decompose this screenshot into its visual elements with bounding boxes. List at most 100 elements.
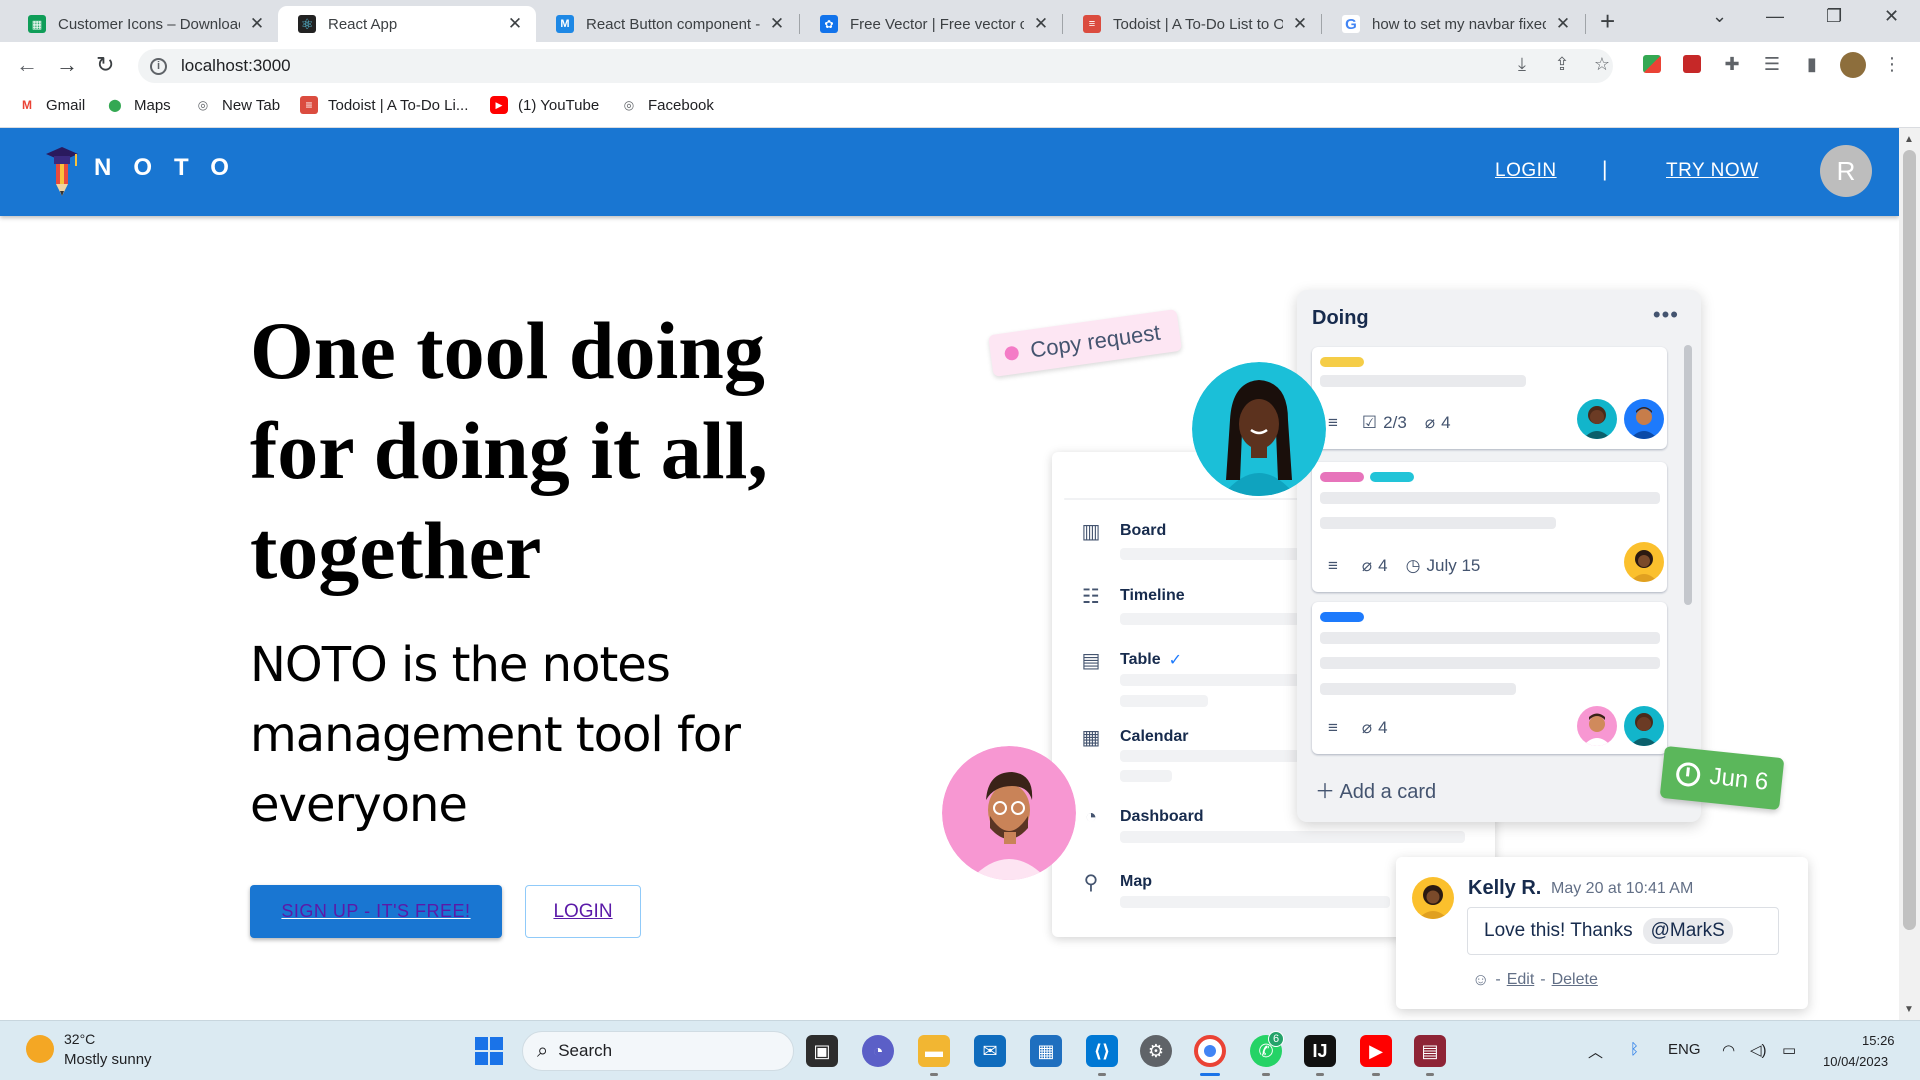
teams-chat-icon[interactable]: ◔ bbox=[862, 1035, 894, 1067]
browser-profile-avatar[interactable] bbox=[1840, 52, 1866, 78]
bookmark-maps[interactable]: ⬤ Maps bbox=[106, 96, 170, 114]
scroll-down-icon[interactable]: ▼ bbox=[1904, 1004, 1914, 1015]
signup-button[interactable]: SIGN UP - IT'S FREE! bbox=[250, 885, 502, 938]
bookmark-youtube[interactable]: ▶ (1) YouTube bbox=[490, 96, 599, 114]
attachment-icon: ⌀ bbox=[1361, 556, 1373, 575]
blue-label bbox=[1320, 612, 1364, 622]
view-board: ▥ Board bbox=[1078, 518, 1167, 544]
settings-gear-icon[interactable]: ⚙ bbox=[1140, 1035, 1172, 1067]
react-icon: ⚛ bbox=[298, 15, 316, 33]
card-meta: ≡ ⌀ 4 ◷ July 15 bbox=[1328, 556, 1480, 576]
intellij-icon[interactable]: IJ bbox=[1304, 1035, 1336, 1067]
reload-icon[interactable]: ↻ bbox=[96, 52, 114, 78]
weather-temperature[interactable]: 32°C bbox=[64, 1031, 95, 1047]
clock-time[interactable]: 15:26 bbox=[1862, 1033, 1895, 1048]
share-icon[interactable]: ⇪ bbox=[1550, 52, 1574, 76]
site-info-icon[interactable]: i bbox=[150, 57, 167, 75]
bookmark-facebook[interactable]: ◎ Facebook bbox=[620, 96, 714, 114]
close-icon[interactable]: ✕ bbox=[1554, 14, 1572, 34]
nav-login-link[interactable]: LOGIN bbox=[1495, 160, 1557, 182]
side-panel-icon[interactable]: ▮ bbox=[1800, 52, 1824, 76]
task-view-icon[interactable]: ▣ bbox=[806, 1035, 838, 1067]
weather-sun-icon[interactable] bbox=[26, 1035, 54, 1063]
restore-button[interactable]: ❐ bbox=[1826, 6, 1842, 27]
tab-customer-icons[interactable]: ▦ Customer Icons – Download ✕ bbox=[8, 6, 278, 42]
view-label: Calendar bbox=[1120, 728, 1189, 745]
bookmark-new-tab[interactable]: ◎ New Tab bbox=[194, 96, 280, 114]
chrome-icon[interactable] bbox=[1194, 1035, 1226, 1067]
close-icon[interactable]: ✕ bbox=[1291, 14, 1309, 34]
window-close-button[interactable]: ✕ bbox=[1884, 6, 1899, 27]
bookmark-star-icon[interactable]: ☆ bbox=[1590, 52, 1614, 76]
close-icon[interactable]: ✕ bbox=[506, 14, 524, 34]
checklist-icon: ☑ bbox=[1361, 413, 1378, 432]
extension-colorful-icon[interactable] bbox=[1640, 52, 1664, 76]
tab-search-chevron-icon[interactable]: ⌄ bbox=[1712, 6, 1727, 27]
nav-try-now-link[interactable]: TRY NOW bbox=[1666, 160, 1759, 182]
weather-description[interactable]: Mostly sunny bbox=[64, 1051, 152, 1068]
close-icon[interactable]: ✕ bbox=[768, 14, 786, 34]
back-icon[interactable]: ← bbox=[16, 52, 38, 78]
scrollbar-thumb[interactable] bbox=[1903, 150, 1916, 930]
tab-google-search[interactable]: G how to set my navbar fixed ✕ bbox=[1322, 6, 1584, 42]
mail-icon[interactable]: ✉ bbox=[974, 1035, 1006, 1067]
clock-icon bbox=[1674, 761, 1702, 788]
page-scrollbar[interactable]: ▲ ▼ bbox=[1899, 128, 1920, 1020]
close-icon[interactable]: ✕ bbox=[1032, 14, 1050, 34]
attachment-count: 4 bbox=[1378, 556, 1388, 575]
maps-icon: ⬤ bbox=[108, 98, 122, 112]
view-label: Table bbox=[1120, 651, 1161, 668]
noto-brand[interactable]: NOTO bbox=[94, 154, 251, 182]
winrar-icon[interactable]: ▤ bbox=[1414, 1035, 1446, 1067]
running-indicator bbox=[1372, 1073, 1380, 1076]
running-indicator bbox=[930, 1073, 938, 1076]
vscode-icon[interactable]: ⟨⟩ bbox=[1086, 1035, 1118, 1067]
wifi-icon[interactable]: ◠ bbox=[1722, 1041, 1735, 1059]
tab-free-vector[interactable]: ✿ Free Vector | Free vector co ✕ bbox=[800, 6, 1062, 42]
more-horizontal-icon: ••• bbox=[1652, 302, 1679, 327]
close-icon[interactable]: ✕ bbox=[248, 14, 266, 34]
show-hidden-icons-chevron-icon[interactable]: ︿ bbox=[1588, 1041, 1603, 1062]
task-card: ≡ ⌀ 4 bbox=[1312, 602, 1667, 754]
bookmark-todoist[interactable]: ≡ Todoist | A To-Do Li... bbox=[300, 96, 468, 114]
reading-list-icon[interactable]: ☰ bbox=[1760, 52, 1784, 76]
file-explorer-icon[interactable]: ▬ bbox=[918, 1035, 950, 1067]
tab-todoist[interactable]: ≡ Todoist | A To-Do List to Or ✕ bbox=[1063, 6, 1321, 42]
column-title: Doing bbox=[1312, 307, 1369, 329]
battery-icon[interactable]: ▭ bbox=[1782, 1041, 1796, 1059]
taskbar-search[interactable]: ⌕ Search bbox=[522, 1031, 794, 1071]
bookmark-label: Facebook bbox=[648, 96, 714, 114]
user-avatar[interactable]: R bbox=[1820, 145, 1872, 197]
browser-toolbar: ← → ↻ i localhost:3000 ⤓ ⇪ ☆ ✚ ☰ ▮ ⋮ bbox=[0, 42, 1920, 88]
calendar-icon: ▦ bbox=[1081, 726, 1101, 749]
extension-red-icon[interactable] bbox=[1680, 52, 1704, 76]
bookmark-label: Todoist | A To-Do Li... bbox=[328, 96, 469, 114]
extensions-puzzle-icon[interactable]: ✚ bbox=[1720, 52, 1744, 76]
install-app-icon[interactable]: ⤓ bbox=[1510, 52, 1534, 76]
clock-date[interactable]: 10/04/2023 bbox=[1823, 1054, 1888, 1069]
new-tab-button[interactable]: + bbox=[1600, 8, 1615, 34]
windows-start-icon[interactable] bbox=[473, 1035, 505, 1067]
placeholder-bar bbox=[1120, 750, 1300, 762]
language-indicator[interactable]: ENG bbox=[1668, 1041, 1701, 1058]
man-avatar bbox=[942, 746, 1076, 880]
bookmark-label: New Tab bbox=[222, 96, 281, 114]
store-icon[interactable]: ▦ bbox=[1030, 1035, 1062, 1067]
menu-kebab-icon[interactable]: ⋮ bbox=[1880, 52, 1904, 76]
bluetooth-icon[interactable]: ᛒ bbox=[1630, 1041, 1639, 1058]
forward-icon[interactable]: → bbox=[56, 52, 78, 78]
tab-react-app[interactable]: ⚛ React App ✕ bbox=[278, 6, 536, 42]
address-bar[interactable]: i localhost:3000 bbox=[138, 49, 1613, 83]
noto-logo-icon[interactable] bbox=[44, 144, 80, 198]
volume-icon[interactable]: ◁) bbox=[1750, 1041, 1767, 1059]
checklist-count: 2/3 bbox=[1383, 413, 1407, 432]
comment-body: Love this! Thanks @MarkS bbox=[1467, 907, 1779, 955]
youtube-icon[interactable]: ▶ bbox=[1360, 1035, 1392, 1067]
hero-subtitle: NOTO is the notes management tool for ev… bbox=[250, 637, 741, 833]
scroll-up-icon[interactable]: ▲ bbox=[1904, 134, 1914, 145]
card-meta: ≡ ☑ 2/3 ⌀ 4 bbox=[1328, 413, 1451, 433]
minimize-button[interactable]: — bbox=[1766, 6, 1784, 27]
bookmark-gmail[interactable]: M Gmail bbox=[18, 96, 85, 114]
tab-react-button[interactable]: M React Button component - M ✕ bbox=[536, 6, 798, 42]
hero-login-button[interactable]: LOGIN bbox=[525, 885, 641, 938]
